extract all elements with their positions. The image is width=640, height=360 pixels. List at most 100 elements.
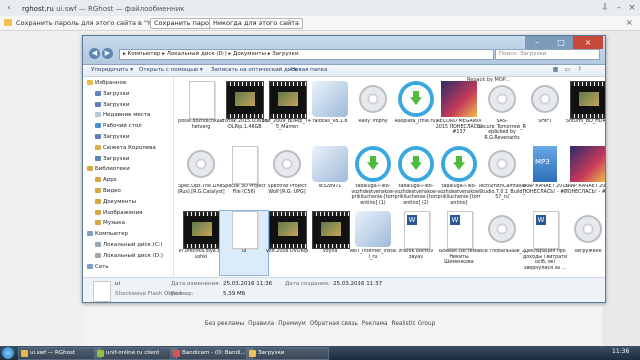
preview-pane-icon[interactable]: ▭ xyxy=(563,66,572,74)
taskbar: 11:36 ui.swf — RGhost unif-online.ru clie… xyxy=(0,346,640,360)
file-tile[interactable]: RECORD MEGAMIX 2015 ПОНЕСЛАСЬ! #137 xyxy=(435,81,483,145)
back-icon[interactable]: ‹ xyxy=(4,3,14,13)
address-bar[interactable]: rghost.ru ui.swf — RGhost — файлообменни… xyxy=(22,5,185,13)
tree-item[interactable]: Изображения xyxy=(95,209,142,217)
close-bar-icon[interactable]: × xyxy=(626,18,633,27)
tree-item[interactable]: Локальный диск (D:) xyxy=(95,252,163,260)
file-tile[interactable]: tabaluga-i-leo-vozhdestvenskoe-prikliuch… xyxy=(392,146,440,210)
file-name: загружено xyxy=(574,249,602,254)
tree-item[interactable]: Загрузки xyxy=(95,155,129,163)
file-tile[interactable]: Tri.orechka.dlya.zolushki xyxy=(177,211,225,275)
forward-arrow-icon[interactable]: ▶ xyxy=(102,48,113,59)
tree-item[interactable]: Сеть xyxy=(87,263,109,271)
file-tile[interactable]: W Боевая система Никиты Шеменкова xyxy=(435,211,483,275)
tree-item[interactable]: Apps xyxy=(95,176,117,184)
footer-link[interactable]: Правила xyxy=(248,321,274,327)
mp3-label: MP3 xyxy=(535,158,550,166)
clock: 11:36 xyxy=(612,348,630,355)
file-tile[interactable]: загружено xyxy=(564,211,605,275)
site-footer: Без рекламы Правила Премиум Обратная связь Р… xyxy=(0,321,640,327)
file-tile[interactable]: posle.dozhdichka.chetverg xyxy=(177,81,225,145)
modified-label: Дата изменения: xyxy=(171,281,221,287)
download-icon[interactable]: ⇩ xyxy=(600,3,610,13)
video-thumbnail-icon xyxy=(570,81,605,119)
tree-item[interactable]: Музыка xyxy=(95,219,125,227)
minimize-icon[interactable]: – xyxy=(614,3,624,13)
file-tile[interactable]: MP3 TRAP КАЧАЕТ 2015 ПОНЕСЛАСЬ! - #7 xyxy=(521,146,569,210)
file-tile[interactable]: tabaluga-i-leo-vozhdestvenskoe-prikliuch… xyxy=(435,146,483,210)
tree-item[interactable]: Недавние места xyxy=(95,111,150,119)
tree-item-label: Загрузки xyxy=(103,155,130,162)
tree-item[interactable]: Локальный диск (C:) xyxy=(95,241,163,249)
film-strip xyxy=(270,244,306,248)
file-tile[interactable]: WoT_internet_install_ru xyxy=(349,211,397,275)
file-tile[interactable]: Prizrak.2015.O.WEB-DLRip.1.46GB xyxy=(220,81,268,145)
taskbar-item[interactable]: Bandicam - (D: Bandi... xyxy=(170,347,253,360)
close-icon[interactable]: × xyxy=(627,3,637,13)
disc-icon xyxy=(574,215,602,243)
file-tile[interactable]: Все глобальные_2 xyxy=(478,211,526,275)
file-tile[interactable]: Special 3D Project File (C56) xyxy=(220,146,268,210)
tree-item[interactable]: Избранное xyxy=(87,79,126,87)
search-input[interactable]: Поиск: Загрузки xyxy=(495,49,600,60)
footer-link[interactable]: Премиум xyxy=(278,321,306,327)
key-icon xyxy=(4,19,12,26)
download-icon xyxy=(441,146,477,182)
new-folder-button[interactable]: Новая папка xyxy=(291,67,327,73)
maximize-button[interactable]: □ xyxy=(549,36,573,49)
tree-item[interactable]: Компьютер xyxy=(87,230,128,238)
file-tile[interactable]: tabaluga-i-leo-vozhdestvenskoe-prikliuch… xyxy=(349,146,397,210)
file-tile[interactable]: W Декларация про доходы і витрати осіб, я… xyxy=(521,211,569,275)
folder-icon xyxy=(95,188,101,193)
file-tile[interactable]: TRAP КАЧАЕТ 2015 ПОНЕСЛАСЬ! - #11 xyxy=(564,146,605,210)
taskbar-item[interactable]: unif-online.ru client xyxy=(94,347,177,360)
organize-button[interactable]: Упорядочить ▾ xyxy=(91,67,133,73)
file-tile[interactable]: Rally Trophy xyxy=(349,81,397,145)
disc-icon xyxy=(359,85,387,113)
tree-item[interactable]: Рабочий стол xyxy=(95,122,142,130)
minimize-button[interactable]: – xyxy=(525,36,549,49)
file-tile[interactable]: Spec.Ops.The.Line.(Rus).[R.G.Catalyst] xyxy=(177,146,225,210)
file-tile[interactable]: Volt.2008 DVDRip xyxy=(263,211,311,275)
file-tile[interactable]: TechSmithCamtasiaStudio.7.0.1_Build_57_r… xyxy=(478,146,526,210)
back-arrow-icon[interactable]: ◀ xyxy=(89,48,100,59)
tree-item[interactable]: Документы xyxy=(95,198,136,206)
file-tile[interactable]: Shturm_BD_HDRip xyxy=(564,81,605,145)
footer-link[interactable]: Реклама xyxy=(362,321,388,327)
close-button[interactable]: × xyxy=(573,36,603,49)
breadcrumb[interactable]: ▸ Компьютер ▸ Локальный диск (D:) ▸ Доку… xyxy=(119,49,494,60)
file-name: TechSmithCamtasiaStudio.7.0.1_Build_57_r… xyxy=(478,184,526,201)
taskbar-item[interactable]: Загрузки xyxy=(246,347,329,360)
size-label: Размер: xyxy=(171,291,194,297)
file-tile[interactable]: Rasplata_[tfile.ru] xyxy=(392,81,440,145)
tree-item[interactable]: Видео xyxy=(95,187,121,195)
file-tile[interactable]: SHIFT xyxy=(521,81,569,145)
tree-item[interactable]: Библиотеки xyxy=(87,165,130,173)
view-options-icon[interactable]: ▦ xyxy=(551,66,560,74)
file-tile[interactable]: ui xyxy=(219,210,269,276)
footer-link[interactable]: Realistic Group xyxy=(392,321,436,327)
file-tile[interactable]: raidcall_v8.1.8 xyxy=(306,81,354,145)
folder-icon xyxy=(95,209,101,215)
file-tile[interactable]: Wzrazok blenkiv zayav xyxy=(392,211,440,275)
burn-button[interactable]: Записать на оптический диск xyxy=(211,67,298,73)
film-strip xyxy=(184,212,220,216)
file-tile[interactable]: Voyna xyxy=(306,211,354,275)
footer-link[interactable]: Обратная связь xyxy=(310,321,358,327)
help-icon[interactable]: ? xyxy=(575,66,584,74)
taskbar-item[interactable]: ui.swf — RGhost xyxy=(18,347,101,360)
tree-item[interactable]: Сюжета Королева xyxy=(95,144,156,152)
file-tile[interactable]: st328971 xyxy=(306,146,354,210)
video-thumbnail-icon xyxy=(183,211,221,249)
tree-item[interactable]: Загрузки xyxy=(95,133,129,141)
file-tile[interactable]: Spectraz Project Wolf [R.G. UPG] xyxy=(263,146,311,210)
file-tile[interactable]: Put_2009_BDRip_745_Marren xyxy=(263,81,311,145)
start-button[interactable] xyxy=(2,347,14,359)
folder-icon xyxy=(95,123,101,129)
file-tile[interactable]: SAS-Secure_Tomorrow_Repacked by R.G.Reve… xyxy=(478,81,526,145)
tree-item[interactable]: Загрузки xyxy=(95,101,129,109)
tree-item[interactable]: Загрузки xyxy=(95,90,129,98)
footer-link[interactable]: Без рекламы xyxy=(205,321,244,327)
never-save-button[interactable]: Никогда для этого сайта xyxy=(209,18,303,29)
open-with-button[interactable]: Открыть с помощью ▾ xyxy=(139,67,203,73)
